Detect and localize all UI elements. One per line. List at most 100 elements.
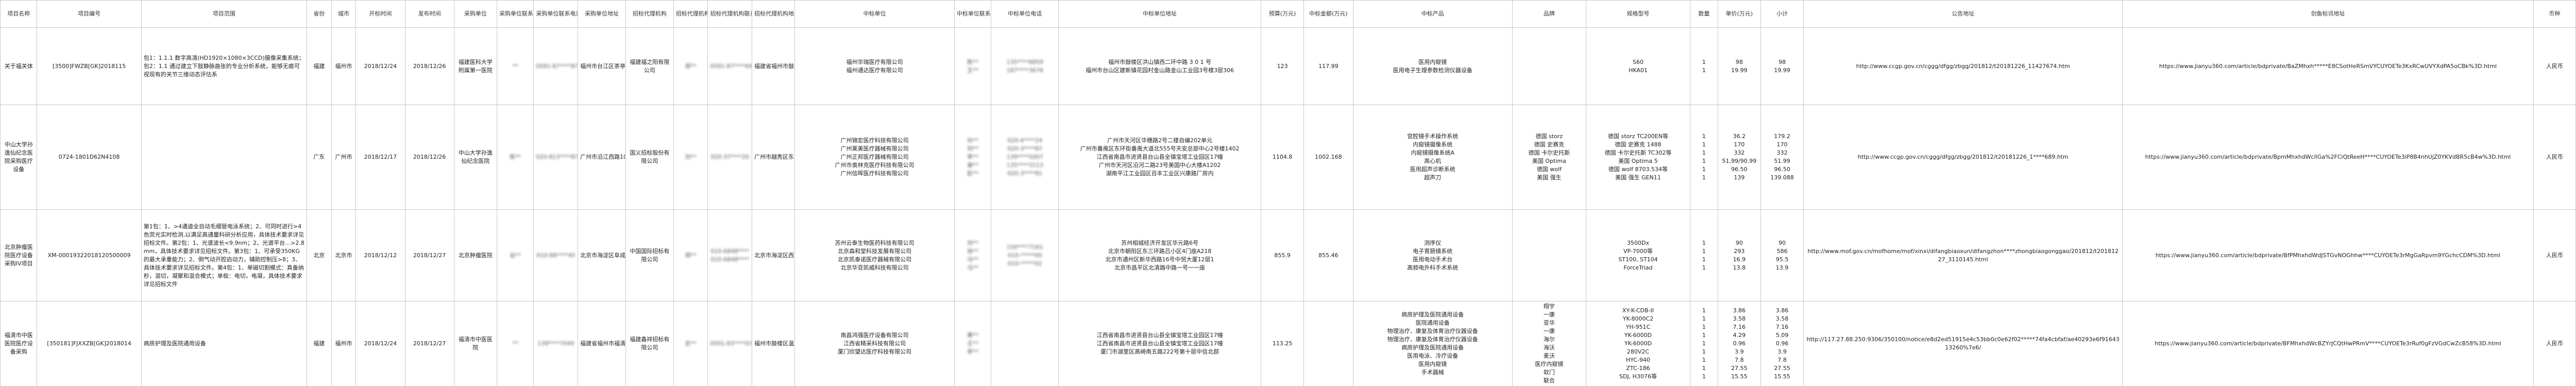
cell-project-no[interactable]: [350181]FJXXZB[GK]2018014 [37,301,142,386]
cell-open-time[interactable]: 2018/12/24 [355,27,405,105]
column-header[interactable]: 币种 [2533,0,2576,28]
column-header[interactable]: 中标单位电话 [991,0,1059,28]
column-header[interactable]: 中标单位地址 [1058,0,1261,28]
column-header[interactable]: 采购单位地址 [578,0,626,28]
cell-currency[interactable]: 人民币 [2533,105,2576,210]
cell-purchaser-phone[interactable]: 020-813****87 [533,105,579,210]
cell-qty[interactable]: 11 [1690,27,1718,105]
cell-purchaser-address[interactable]: 广州市沿江西路107号 [578,105,626,210]
cell-scope[interactable] [141,105,308,210]
cell-project-no[interactable]: XM-00019322018120500009 [37,209,142,301]
cell-city[interactable]: 北京市 [331,209,357,301]
cell-agency-phone[interactable]: 020-37****20 [707,105,753,210]
cell-purchaser-address[interactable]: 福州市台江区茶亭街20号 [578,27,626,105]
cell-notice-url[interactable]: http://117.27.88.250:9306/350100/notice/… [1803,301,2123,386]
cell-agency[interactable]: 国义招标股份有限公司 [625,105,674,210]
column-header[interactable]: 小计 [1760,0,1804,28]
column-header[interactable]: 剑鱼标讯地址 [2122,0,2534,28]
cell-product[interactable]: 病房护理及医院通用设备 医院通用设备 物理治疗、康复及体育治疗仪器设备 物理治疗、康复… [1352,301,1513,386]
cell-unit-price[interactable]: 36.2 170 332 51.99/90.99 96.50 139 [1717,105,1761,210]
cell-agency-contact[interactable]: 刘** [673,105,708,210]
cell-agency[interactable]: 中国国际招标有限公司 [625,209,674,301]
cell-qty[interactable]: 111111 [1690,105,1718,210]
column-header[interactable]: 招标代理机构 [625,0,674,28]
column-header[interactable]: 采购单位联系人 [497,0,534,28]
cell-publish-time[interactable]: 2018/12/27 [404,209,454,301]
cell-jianyu-url[interactable]: https://www.jianyu360.com/article/bdpriv… [2122,27,2534,105]
column-header[interactable]: 招标代理机构联系人 [673,0,708,28]
cell-winner[interactable]: 广州锦宏医疗科技有限公司 广州莱美医疗器械有限公司 广州正邦医疗器械有限公司 广州市奥… [794,105,955,210]
cell-currency[interactable]: 人民币 [2533,27,2576,105]
cell-purchaser-phone[interactable]: 0591-87****87 [533,27,579,105]
cell-project-name[interactable]: 中山大学孙逸仙纪念医院采购医疗设备 [0,105,38,210]
cell-brand[interactable] [1512,27,1586,105]
cell-project-no[interactable]: [3500]FWZB[GK]2018115 [37,27,142,105]
table-row[interactable]: 中山大学孙逸仙纪念医院采购医疗设备 0724-1801D62N4108 广东 广州市 2… [0,105,2576,210]
cell-purchaser-contact[interactable]: 谷** [497,209,534,301]
column-header[interactable]: 中标产品 [1352,0,1513,28]
cell-currency[interactable]: 人民币 [2533,209,2576,301]
cell-amount[interactable]: 1002.168 [1303,105,1353,210]
cell-winner-phone[interactable]: 135****6859 187****3678 [991,27,1059,105]
cell-budget[interactable]: 123 [1260,27,1304,105]
cell-winner[interactable]: 苏州云泰生物医药科技有限公司 北京森和堂科技发展有限公司 北京凯泰诺医疗器械有限公司… [794,209,955,301]
column-header[interactable]: 招标代理机构联系电话 [707,0,753,28]
column-header[interactable]: 中标单位联系人 [954,0,992,28]
column-header[interactable]: 开标时间 [355,0,405,28]
cell-purchaser-address[interactable]: 北京市海淀区阜成路52号 [578,209,626,301]
column-header[interactable]: 公告地址 [1803,0,2123,28]
cell-winner-address[interactable]: 江西省南昌市进贤县台山县全镇宝塔工业园区17幢 江西省南昌市进贤县台山县全镇宝塔工… [1058,301,1261,386]
cell-project-name[interactable]: 北京肿瘤医院医疗设备采购IV项目 [0,209,38,301]
cell-open-time[interactable]: 2018/12/12 [355,209,405,301]
cell-purchaser-address[interactable]: 福建省福州市福清市清昌大道116号 [578,301,626,386]
column-header[interactable]: 发布时间 [404,0,454,28]
cell-brand[interactable]: 翔宇 一康 亚华 一康 海尔 海沃 麦沃 医疗内窥镜 软门 联合 [1512,301,1586,386]
cell-currency[interactable]: 人民币 [2533,301,2576,386]
cell-project-name[interactable]: 福清市中医医院医疗设备采购 [0,301,38,386]
column-header[interactable]: 城市 [331,0,357,28]
cell-qty[interactable]: 111111111 [1690,301,1718,386]
cell-subtotal[interactable]: 3.86 3.58 7.16 5.09 0.96 3.9 7.8 27.55 15.55 [1760,301,1804,386]
column-header[interactable]: 规格型号 [1585,0,1691,28]
cell-purchaser[interactable]: 中山大学孙逸仙纪念医院 [453,105,498,210]
cell-publish-time[interactable]: 2018/12/26 [404,105,454,210]
cell-product[interactable]: 医用内窥镜 医用电子生理参数检测仪器设备 [1352,27,1513,105]
cell-agency-phone[interactable]: 0591-83****03 [707,301,753,386]
cell-publish-time[interactable]: 2018/12/26 [404,27,454,105]
cell-project-name[interactable]: 关于福关体 [0,27,38,105]
table-row[interactable]: 关于福关体 [3500]FWZB[GK]2018115 包1：1.1.1 数字高清(… [0,27,2576,105]
cell-province[interactable]: 福建 [307,301,332,386]
cell-amount[interactable]: 117.99 [1303,27,1353,105]
column-header[interactable]: 采购单位 [453,0,498,28]
cell-budget[interactable]: 1104.8 [1260,105,1304,210]
cell-brand[interactable] [1512,209,1586,301]
cell-agency-phone[interactable]: 010-6848**** 010-6848**** [707,209,753,301]
cell-city[interactable]: 广州市 [331,105,357,210]
cell-agency-contact[interactable]: 郑** [673,27,708,105]
cell-agency[interactable]: 福建鑫祥招标有限公司 [625,301,674,386]
column-header[interactable]: 预算(万元) [1260,0,1304,28]
column-header[interactable]: 中标金额(万元) [1303,0,1353,28]
table-row[interactable]: 福清市中医医院医疗设备采购 [350181]FJXXZB[GK]2018014 病房… [0,301,2576,386]
cell-notice-url[interactable]: http://www.ccgp.gov.cn/cggg/dfgg/zbgg/20… [1803,27,2123,105]
cell-scope[interactable]: 包1：1.1.1 数字高清(HD1920×1080×3CCD)摄像采集系统；包2… [141,27,308,105]
cell-unit-price[interactable]: 3.86 3.58 7.16 4.29 0.96 3.9 7.8 27.55 15.55 [1717,301,1761,386]
cell-model[interactable]: 德国 storz TC200EN等 德国 史赛克 1488 德国 卡尔史托斯 TC3… [1585,105,1691,210]
cell-winner-address[interactable]: 苏州相城经济开发区华元路6号 北京市朝阳区东三环路吕小区4门座A218 北京市通州区… [1058,209,1261,301]
column-header[interactable]: 项目编号 [37,0,142,28]
cell-project-no[interactable]: 0724-1801D62N4108 [37,105,142,210]
cell-brand[interactable]: 德国 storz 德国 史赛克 德国 卡尔史托斯 美国 Optima 德国 wolf 美国… [1512,105,1586,210]
cell-agency-address[interactable]: 北京市海淀区西直门外大街18号金贸大厦A座8层 [752,209,795,301]
cell-agency-address[interactable]: 福建省福州市鼓楼区杨桥中路新一号金泉大厦16层 [752,27,795,105]
cell-purchaser[interactable]: 福清市中医医院 [453,301,498,386]
cell-jianyu-url[interactable]: https://www.jianyu360.com/article/bdpriv… [2122,209,2534,301]
column-header[interactable]: 单价(万元) [1717,0,1761,28]
cell-amount[interactable] [1303,301,1353,386]
cell-winner[interactable]: 南昌鸿强医疗设备有限公司 江西省精采科技有限公司 厦门欣望达医疗科技有限公司 [794,301,955,386]
column-header[interactable]: 中标单位 [794,0,955,28]
cell-budget[interactable]: 855.9 [1260,209,1304,301]
cell-winner-address[interactable]: 广州市天河区华穗路2号二楼自编202单元 广州市番禺区东环街番禺大道北555号天安… [1058,105,1261,210]
cell-purchaser-contact[interactable]: 陈** [497,105,534,210]
column-header[interactable]: 项目名称 [0,0,38,28]
cell-winner-contact[interactable]: 陈** 王** [954,27,992,105]
